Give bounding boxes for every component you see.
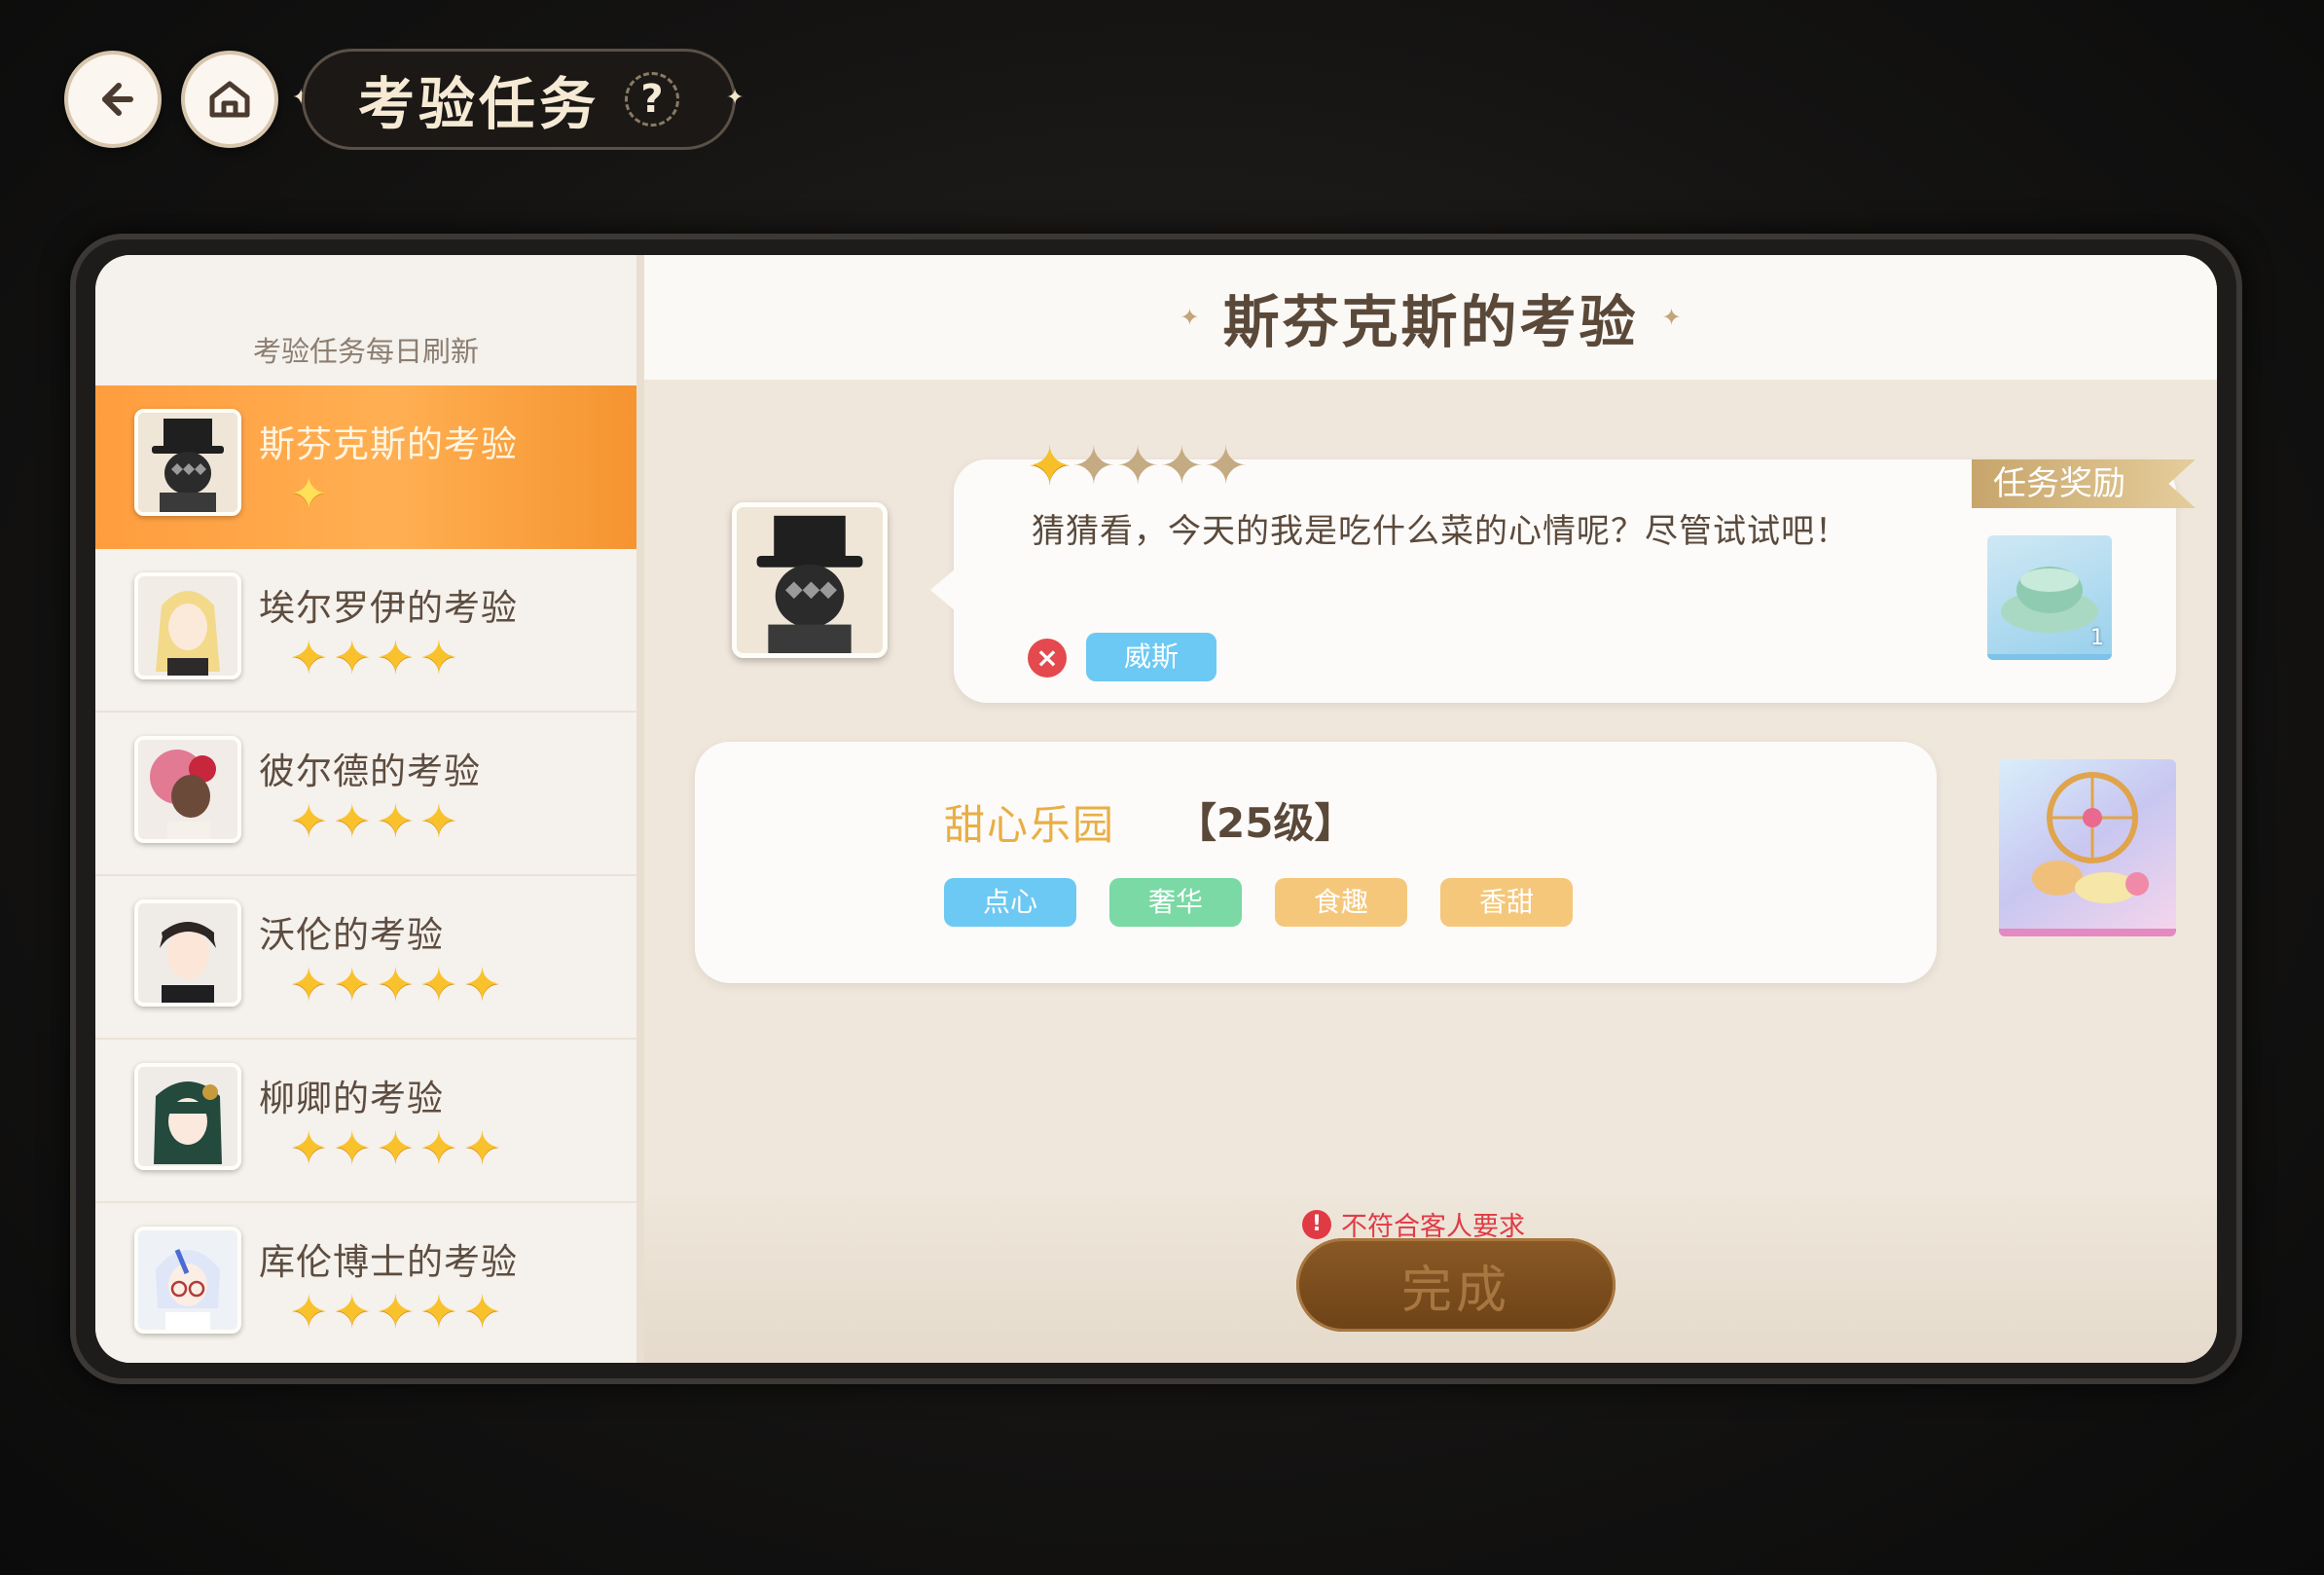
action-footer: ! 不符合客人要求 完成	[644, 1197, 2217, 1363]
star-icon: ✦	[290, 467, 328, 520]
page-title-pill: 考验任务 ?	[302, 49, 736, 150]
star-icon: ✦	[333, 958, 372, 1010]
avatar	[134, 1063, 241, 1170]
avatar	[134, 572, 241, 679]
arrow-left-icon	[102, 83, 133, 116]
sidebar-item-label: 斯芬克斯的考验	[259, 423, 518, 465]
task-list: 斯芬克斯的考验 ✦ 埃尔罗伊的考验 ✦ ✦ ✦ ✦ 彼尔德的考验 ✦ ✦ ✦ ✦…	[95, 385, 636, 1363]
avatar	[134, 736, 241, 843]
star-icon: ✦	[419, 1121, 458, 1174]
star-icon: ✦	[1159, 435, 1204, 496]
guest-quote: 猜猜看，今天的我是吃什么菜的心情呢？尽管试试吧！	[1032, 512, 1849, 551]
star-icon: ✦	[419, 958, 458, 1010]
guest-avatar	[732, 502, 888, 658]
reward-quantity: 1	[2090, 626, 2104, 650]
star-icon: ✦	[463, 1285, 501, 1337]
star-icon: ✦	[290, 1121, 328, 1174]
star-icon: ✦	[333, 794, 372, 847]
star-icon: ✦	[377, 1121, 415, 1174]
difficulty-rating: ✦ ✦ ✦ ✦ ✦	[1028, 440, 1248, 493]
avatar	[134, 1227, 241, 1334]
star-rating: ✦ ✦ ✦ ✦	[290, 798, 457, 843]
star-icon: ✦	[463, 958, 501, 1010]
star-icon: ✦	[419, 794, 458, 847]
star-icon: ✦	[290, 631, 328, 683]
avatar	[134, 899, 241, 1007]
dish-tag: 食趣	[1275, 878, 1407, 927]
alert-icon: !	[1302, 1209, 1331, 1239]
sidebar-item-label: 沃伦的考验	[259, 914, 444, 956]
sparkle-icon: ✦	[1180, 304, 1200, 331]
star-icon: ✦	[463, 1121, 501, 1174]
star-icon: ✦	[1028, 435, 1072, 496]
refresh-note: 考验任务每日刷新	[252, 335, 479, 368]
back-button[interactable]	[64, 51, 162, 148]
star-icon: ✦	[333, 1121, 372, 1174]
detail-title: 斯芬克斯的考验	[1222, 289, 1639, 355]
star-icon: ✦	[333, 631, 372, 683]
star-icon: ✦	[290, 794, 328, 847]
sidebar-item-elroy[interactable]: 埃尔罗伊的考验 ✦ ✦ ✦ ✦	[95, 549, 636, 713]
dish-tag: 香甜	[1440, 878, 1573, 927]
star-icon: ✦	[290, 958, 328, 1010]
star-icon: ✦	[419, 631, 458, 683]
star-rating: ✦	[290, 471, 328, 516]
star-icon: ✦	[1115, 435, 1160, 496]
sidebar-item-warren[interactable]: 沃伦的考验 ✦ ✦ ✦ ✦ ✦	[95, 876, 636, 1040]
sidebar-item-sphinx[interactable]: 斯芬克斯的考验 ✦	[95, 385, 636, 549]
star-rating: ✦ ✦ ✦ ✦	[290, 635, 457, 679]
star-icon: ✦	[377, 958, 415, 1010]
home-icon	[209, 81, 250, 118]
reward-item[interactable]: 1	[1987, 535, 2112, 660]
star-icon: ✦	[290, 1285, 328, 1337]
page-title: 考验任务	[357, 71, 599, 137]
dish-tags: 点心 奢华 食趣 香甜	[944, 878, 1573, 927]
star-icon: ✦	[333, 1285, 372, 1337]
star-icon: ✦	[377, 631, 415, 683]
star-rating: ✦ ✦ ✦ ✦ ✦	[290, 1125, 501, 1170]
sparkle-icon: ✦	[1661, 304, 1682, 331]
star-icon: ✦	[419, 1285, 458, 1337]
taste-tag: 威斯	[1086, 633, 1216, 681]
help-button[interactable]: ?	[625, 72, 679, 127]
sidebar-item-label: 柳卿的考验	[259, 1078, 444, 1119]
sidebar-item-label: 埃尔罗伊的考验	[259, 587, 518, 629]
task-panel: 考验任务每日刷新 斯芬克斯的考验 ✦ 埃尔罗伊的考验 ✦ ✦ ✦ ✦ 彼尔德的考…	[70, 234, 2242, 1384]
star-icon: ✦	[377, 1285, 415, 1337]
star-rating: ✦ ✦ ✦ ✦ ✦	[290, 962, 501, 1007]
sidebar-item-dr-kulun[interactable]: 库伦博士的考验 ✦ ✦ ✦ ✦ ✦	[95, 1203, 636, 1363]
task-panel-inner: 考验任务每日刷新 斯芬克斯的考验 ✦ 埃尔罗伊的考验 ✦ ✦ ✦ ✦ 彼尔德的考…	[95, 255, 2217, 1363]
star-icon: ✦	[1071, 435, 1116, 496]
dish-tag: 点心	[944, 878, 1076, 927]
star-icon: ✦	[377, 794, 415, 847]
complete-button[interactable]: 完成	[1296, 1238, 1616, 1332]
sidebar-item-liuqing[interactable]: 柳卿的考验 ✦ ✦ ✦ ✦ ✦	[95, 1040, 636, 1203]
star-rating: ✦ ✦ ✦ ✦ ✦	[290, 1289, 501, 1334]
star-icon: ✦	[1204, 435, 1249, 496]
detail-body: ✦ ✦ ✦ ✦ ✦ 猜猜看，今天的我是吃什么菜的心情呢？尽管试试吧！ × 威斯 …	[644, 380, 2217, 1363]
ferris-wheel-dessert-icon	[2032, 772, 2149, 903]
dish-card[interactable]: 甜心乐园 【25级】 点心 奢华 食趣 香甜	[695, 742, 1937, 983]
sidebar-item-label: 库伦博士的考验	[259, 1241, 518, 1283]
dish-tag: 奢华	[1109, 878, 1242, 927]
sidebar-item-bird[interactable]: 彼尔德的考验 ✦ ✦ ✦ ✦	[95, 713, 636, 876]
sparkle-icon: ✦	[726, 86, 744, 110]
task-detail: ✦ 斯芬克斯的考验 ✦ ✦ ✦ ✦ ✦ ✦ 猜猜看，今天的我是吃什么菜的心情呢？…	[644, 255, 2217, 1363]
sidebar-item-label: 彼尔德的考验	[259, 751, 481, 792]
dish-level: 【25级】	[1176, 799, 1356, 847]
unmet-x-icon: ×	[1028, 639, 1067, 678]
detail-header: ✦ 斯芬克斯的考验 ✦	[644, 255, 2217, 380]
avatar	[134, 409, 241, 516]
dish-image[interactable]	[1999, 759, 2176, 936]
reward-label: 任务奖励	[1972, 459, 2196, 508]
sidebar: 考验任务每日刷新 斯芬克斯的考验 ✦ 埃尔罗伊的考验 ✦ ✦ ✦ ✦ 彼尔德的考…	[95, 255, 644, 1363]
home-button[interactable]	[181, 51, 278, 148]
dish-name: 甜心乐园	[944, 801, 1116, 849]
